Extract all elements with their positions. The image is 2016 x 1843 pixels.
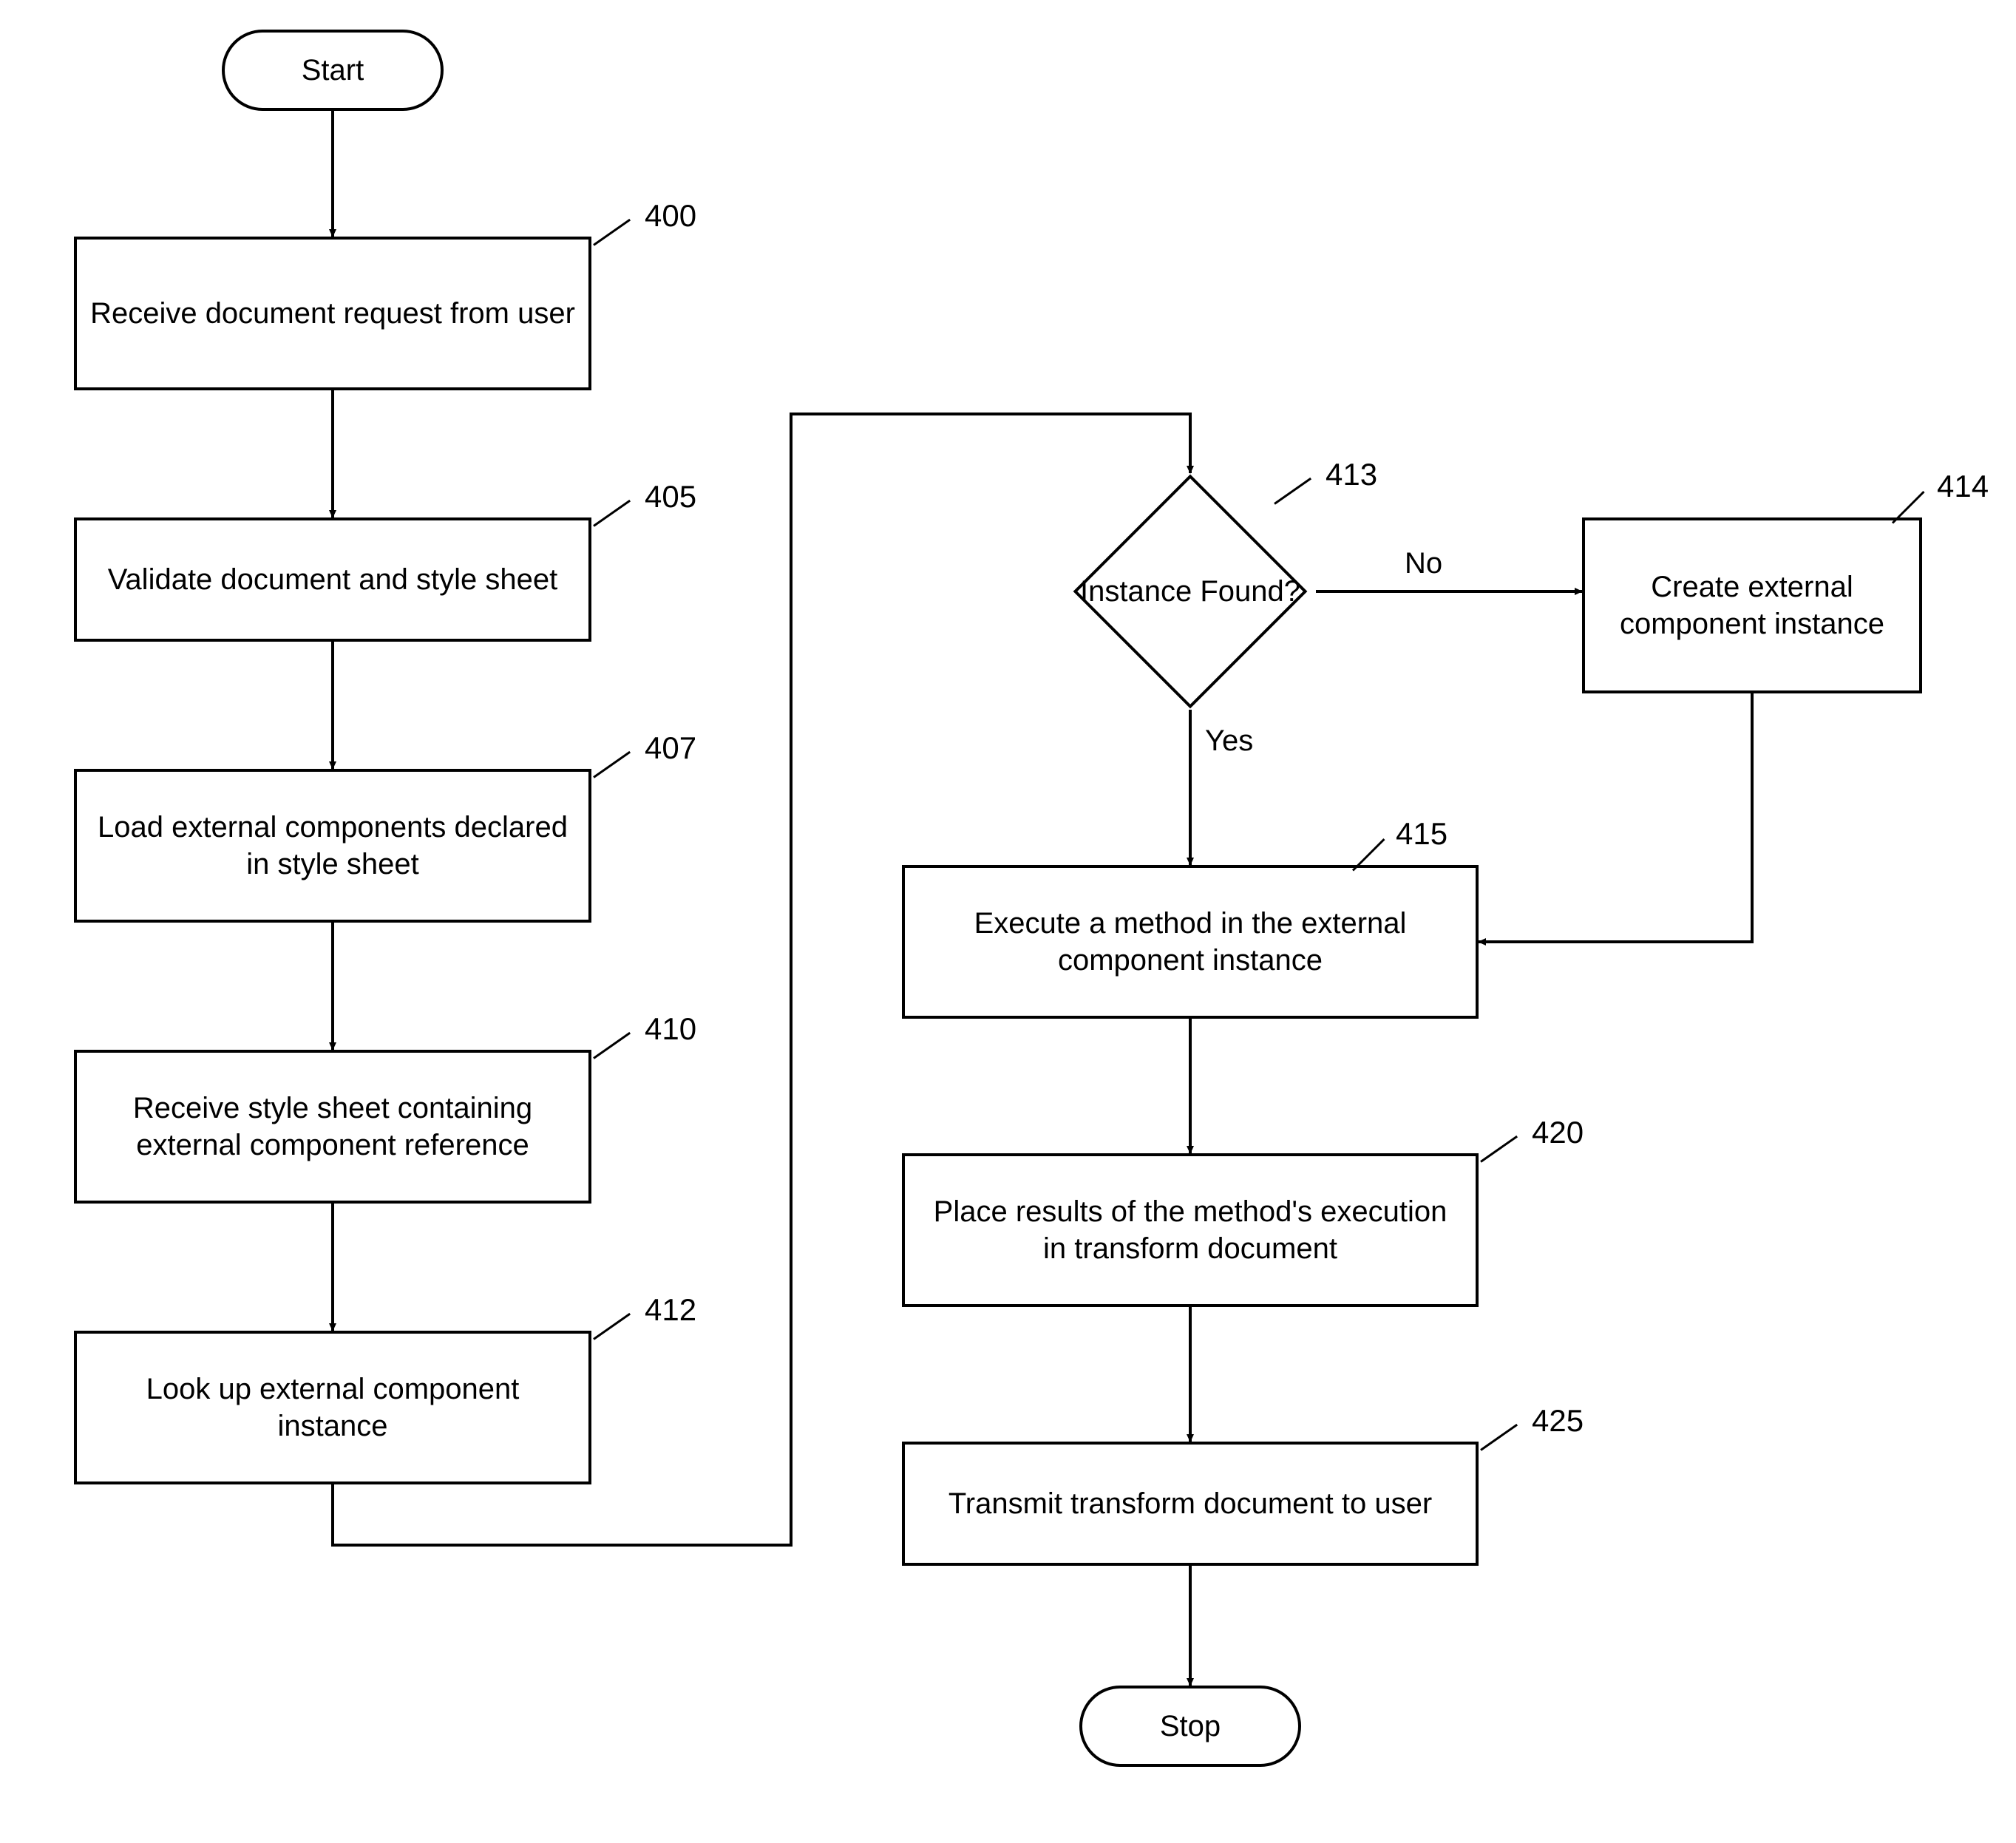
process-407-label: Load external components declared in sty… (90, 809, 575, 883)
process-412-label: Look up external component instance (90, 1371, 575, 1445)
process-420: Place results of the method's execution … (902, 1153, 1479, 1307)
process-415: Execute a method in the external compone… (902, 865, 1479, 1019)
ref-400: 400 (645, 198, 696, 234)
ref-414: 414 (1937, 469, 1989, 504)
process-407: Load external components declared in sty… (74, 769, 591, 923)
terminator-stop-label: Stop (1160, 1708, 1221, 1745)
process-405-label: Validate document and style sheet (108, 561, 558, 598)
lead-line-407 (593, 751, 631, 778)
lead-line-425 (1480, 1424, 1518, 1451)
process-412: Look up external component instance (74, 1331, 591, 1484)
edge-label-no: No (1405, 547, 1442, 580)
ref-410: 410 (645, 1011, 696, 1047)
terminator-start: Start (222, 30, 444, 111)
ref-415: 415 (1396, 816, 1447, 852)
process-425-label: Transmit transform document to user (948, 1485, 1432, 1522)
ref-407: 407 (645, 730, 696, 766)
lead-line-400 (593, 219, 631, 246)
decision-413-label: Instance Found? (1080, 573, 1300, 610)
edge-label-yes: Yes (1205, 724, 1253, 758)
ref-405: 405 (645, 479, 696, 515)
lead-line-405 (593, 500, 631, 527)
process-405: Validate document and style sheet (74, 517, 591, 642)
ref-413: 413 (1326, 457, 1377, 492)
lead-line-410 (593, 1032, 631, 1059)
process-400-label: Receive document request from user (90, 295, 575, 332)
process-414: Create external component instance (1582, 517, 1922, 693)
lead-line-412 (593, 1313, 631, 1340)
process-415-label: Execute a method in the external compone… (918, 905, 1462, 979)
flowchart-canvas: Start Receive document request from user… (0, 0, 2016, 1843)
ref-425: 425 (1532, 1403, 1584, 1439)
ref-412: 412 (645, 1292, 696, 1328)
process-410-label: Receive style sheet containing external … (90, 1090, 575, 1164)
decision-413: Instance Found? (1065, 473, 1316, 710)
process-410: Receive style sheet containing external … (74, 1050, 591, 1204)
terminator-stop: Stop (1079, 1686, 1301, 1767)
process-425: Transmit transform document to user (902, 1442, 1479, 1566)
lead-line-420 (1480, 1136, 1518, 1163)
terminator-start-label: Start (302, 52, 364, 89)
process-400: Receive document request from user (74, 237, 591, 390)
ref-420: 420 (1532, 1115, 1584, 1150)
process-420-label: Place results of the method's execution … (918, 1193, 1462, 1267)
process-414-label: Create external component instance (1598, 568, 1906, 642)
